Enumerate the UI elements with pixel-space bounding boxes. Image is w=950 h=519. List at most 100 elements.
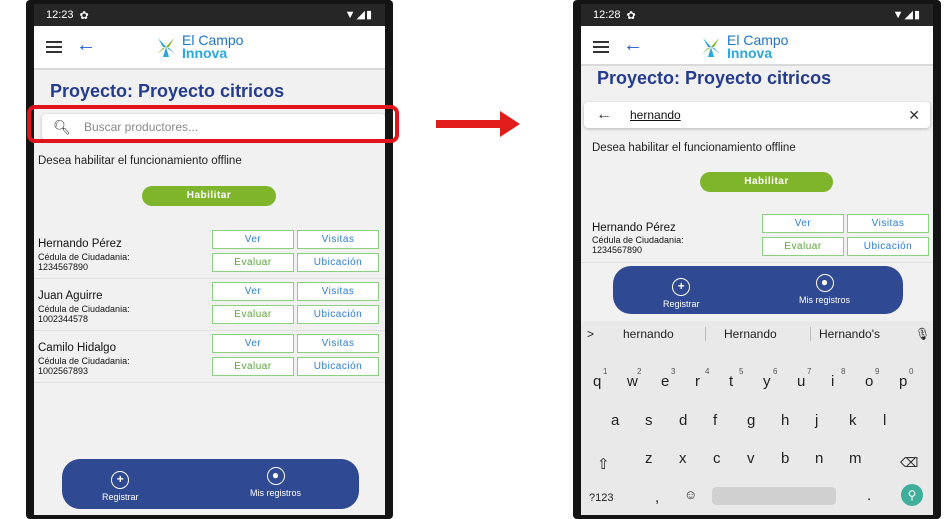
offline-prompt: Desea habilitar el funcionamiento offlin… bbox=[38, 155, 242, 167]
evaluar-button[interactable]: Evaluar bbox=[762, 237, 844, 256]
mic-icon[interactable]: 🎙︎ bbox=[915, 327, 930, 341]
evaluar-button[interactable]: Evaluar bbox=[212, 305, 294, 324]
visitas-button[interactable]: Visitas bbox=[297, 334, 379, 353]
key-g[interactable]: g bbox=[747, 412, 755, 429]
producer-name: Camilo Hidalgo bbox=[38, 342, 116, 354]
key-u[interactable]: u bbox=[797, 373, 805, 390]
producer-id-label: Cédula de Ciudadania: bbox=[38, 356, 130, 366]
shift-icon[interactable]: ⇧ bbox=[597, 455, 610, 473]
ubicacion-button[interactable]: Ubicación bbox=[297, 305, 379, 324]
emoji-icon[interactable]: ☺ bbox=[684, 487, 697, 502]
wifi-signal-battery-icon: ▼◢▮ bbox=[892, 9, 921, 21]
expand-suggestions-icon[interactable]: > bbox=[587, 327, 594, 341]
list-item: Juan Aguirre Cédula de Ciudadania: 10023… bbox=[34, 278, 385, 331]
producer-name: Hernando Pérez bbox=[38, 238, 122, 250]
transition-arrow-shaft bbox=[436, 120, 506, 128]
right-screen: 12:28 ✿ ▼◢▮ ← El Campo Innova Proyecto: … bbox=[581, 4, 933, 515]
comma-key[interactable]: , bbox=[655, 489, 659, 506]
ubicacion-button[interactable]: Ubicación bbox=[297, 253, 379, 272]
key-x[interactable]: x bbox=[679, 450, 687, 467]
menu-icon[interactable] bbox=[593, 38, 609, 54]
search-icon[interactable]: ⚲ bbox=[901, 484, 923, 506]
ubicacion-button[interactable]: Ubicación bbox=[297, 357, 379, 376]
key-a[interactable]: a bbox=[611, 412, 619, 429]
habilitar-button[interactable]: Habilitar bbox=[700, 172, 833, 192]
ver-button[interactable]: Ver bbox=[762, 214, 844, 233]
back-arrow-icon[interactable]: ← bbox=[623, 35, 643, 55]
evaluar-button[interactable]: Evaluar bbox=[212, 253, 294, 272]
key-f[interactable]: f bbox=[713, 412, 717, 429]
suggestion-1[interactable]: hernando bbox=[623, 327, 674, 341]
add-circle-icon: + bbox=[111, 471, 130, 489]
key-m[interactable]: m bbox=[849, 450, 862, 467]
page-title: Proyecto: Proyecto citricos bbox=[597, 68, 832, 88]
key-r[interactable]: r bbox=[695, 373, 700, 390]
period-key[interactable]: . bbox=[867, 487, 871, 504]
key-z[interactable]: z bbox=[645, 450, 653, 467]
mis-registros-nav[interactable]: ● Mis registros bbox=[250, 467, 301, 498]
logo-line2: Innova bbox=[182, 45, 228, 61]
key-q[interactable]: q bbox=[593, 373, 601, 390]
registrar-label: Registrar bbox=[102, 492, 139, 502]
key-o[interactable]: o bbox=[865, 373, 873, 390]
status-time: 12:28 bbox=[593, 9, 621, 21]
visitas-button[interactable]: Visitas bbox=[297, 282, 379, 301]
ver-button[interactable]: Ver bbox=[212, 334, 294, 353]
back-arrow-icon[interactable]: ← bbox=[76, 35, 96, 55]
ubicacion-button[interactable]: Ubicación bbox=[847, 237, 929, 256]
key-c[interactable]: c bbox=[713, 450, 721, 467]
space-bar[interactable] bbox=[712, 487, 836, 505]
registrar-nav[interactable]: + Registrar bbox=[663, 278, 700, 309]
key-s[interactable]: s bbox=[645, 412, 653, 429]
search-highlight-box bbox=[27, 105, 399, 143]
key-j[interactable]: j bbox=[815, 412, 818, 429]
registrar-label: Registrar bbox=[663, 299, 700, 309]
key-n[interactable]: n bbox=[815, 450, 823, 467]
producer-id-label: Cédula de Ciudadania: bbox=[38, 252, 130, 262]
status-bar: 12:23 ✿ ▼◢▮ bbox=[34, 4, 385, 26]
producer-id: 1234567890 bbox=[38, 262, 89, 272]
key-number-hint: 9 bbox=[875, 367, 880, 376]
key-y[interactable]: y bbox=[763, 373, 771, 390]
back-arrow-icon[interactable]: ← bbox=[592, 106, 616, 124]
suggestion-3[interactable]: Hernando's bbox=[819, 327, 880, 341]
bottom-nav: + Registrar ● Mis registros bbox=[613, 266, 903, 314]
suggestion-2[interactable]: Hernando bbox=[724, 327, 777, 341]
add-circle-icon: + bbox=[672, 278, 691, 296]
clear-icon[interactable]: ✕ bbox=[908, 107, 920, 124]
page-title: Proyecto: Proyecto citricos bbox=[50, 81, 285, 101]
key-l[interactable]: l bbox=[883, 412, 886, 429]
key-t[interactable]: t bbox=[729, 373, 733, 390]
backspace-icon[interactable]: ⌫ bbox=[900, 455, 918, 471]
app-logo: El Campo Innova bbox=[699, 33, 788, 60]
search-input[interactable]: ← hernando ✕ bbox=[584, 102, 930, 128]
visitas-button[interactable]: Visitas bbox=[297, 230, 379, 249]
status-time: 12:23 bbox=[46, 9, 74, 21]
visitas-button[interactable]: Visitas bbox=[847, 214, 929, 233]
evaluar-button[interactable]: Evaluar bbox=[212, 357, 294, 376]
key-b[interactable]: b bbox=[781, 450, 789, 467]
key-i[interactable]: i bbox=[831, 373, 834, 390]
mis-registros-nav[interactable]: ● Mis registros bbox=[799, 274, 850, 305]
habilitar-button[interactable]: Habilitar bbox=[142, 186, 276, 206]
symbols-key[interactable]: ?123 bbox=[589, 492, 613, 504]
key-h[interactable]: h bbox=[781, 412, 789, 429]
settings-gear-icon: ✿ bbox=[626, 9, 636, 22]
producer-id: 1002567893 bbox=[38, 366, 89, 376]
app-bar: ← El Campo Innova bbox=[34, 26, 385, 70]
key-p[interactable]: p bbox=[899, 373, 907, 390]
producer-id: 1002344578 bbox=[38, 314, 89, 324]
ver-button[interactable]: Ver bbox=[212, 230, 294, 249]
key-v[interactable]: v bbox=[747, 450, 755, 467]
key-d[interactable]: d bbox=[679, 412, 687, 429]
ver-button[interactable]: Ver bbox=[212, 282, 294, 301]
suggestion-divider bbox=[705, 327, 706, 341]
menu-icon[interactable] bbox=[46, 38, 62, 54]
wifi-signal-battery-icon: ▼◢▮ bbox=[344, 9, 373, 21]
key-k[interactable]: k bbox=[849, 412, 857, 429]
registrar-nav[interactable]: + Registrar bbox=[102, 471, 139, 502]
key-number-hint: 6 bbox=[773, 367, 778, 376]
appbar-divider bbox=[581, 64, 933, 66]
key-e[interactable]: e bbox=[661, 373, 669, 390]
key-number-hint: 8 bbox=[841, 367, 846, 376]
